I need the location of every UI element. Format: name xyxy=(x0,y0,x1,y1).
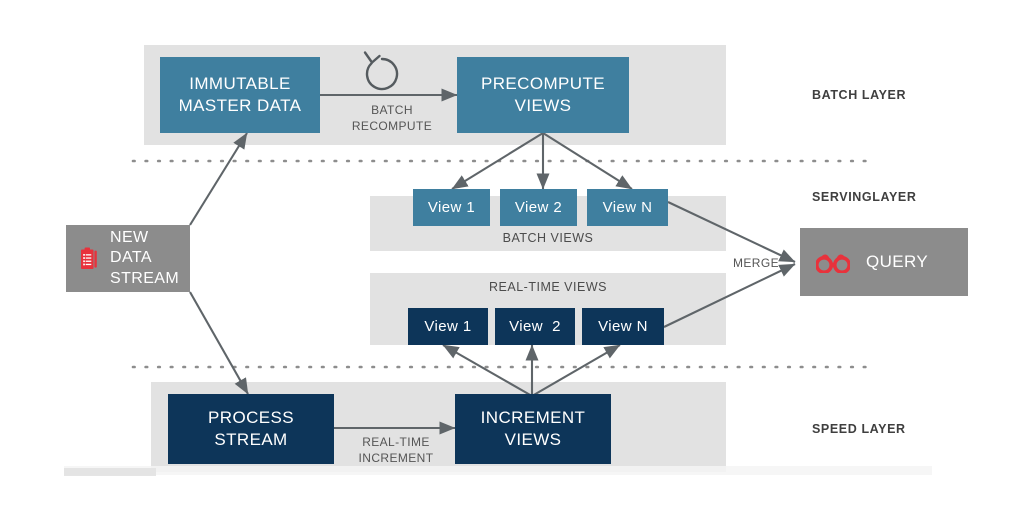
node-query-label: QUERY xyxy=(866,252,929,272)
realtime-view-2[interactable]: View 2 xyxy=(495,308,575,345)
edge-label-merge: MERGE xyxy=(732,256,779,270)
realtime-view-1[interactable]: View 1 xyxy=(408,308,488,345)
binoculars-icon xyxy=(816,251,850,273)
layer-title-batch: BATCH LAYER xyxy=(812,88,907,102)
realtime-view-n[interactable]: View N xyxy=(582,308,664,345)
node-immutable-master-data[interactable]: IMMUTABLE MASTER DATA xyxy=(160,57,320,133)
node-query[interactable]: QUERY xyxy=(800,228,968,296)
bottom-edge-artifact-2 xyxy=(64,468,156,476)
layer-title-serving: SERVINGLAYER xyxy=(812,190,917,204)
arrow-stream-to-master xyxy=(189,132,248,226)
layer-title-speed: SPEED LAYER xyxy=(812,422,906,436)
lambda-architecture-diagram: IMMUTABLE MASTER DATA PRECOMPUTE VIEWS B… xyxy=(0,0,1014,526)
node-immutable-master-data-label: IMMUTABLE MASTER DATA xyxy=(178,74,302,115)
node-new-data-stream-label: NEW DATA STREAM xyxy=(110,228,180,287)
realtime-view-2-label: View 2 xyxy=(509,317,561,335)
node-increment-views[interactable]: INCREMENT VIEWS xyxy=(455,394,611,464)
node-precompute-views-label: PRECOMPUTE VIEWS xyxy=(481,74,605,115)
batch-view-1-label: View 1 xyxy=(427,198,476,216)
node-precompute-views[interactable]: PRECOMPUTE VIEWS xyxy=(457,57,629,133)
batch-view-2[interactable]: View 2 xyxy=(500,189,577,226)
edge-label-realtime-increment: REAL-TIME INCREMENT xyxy=(358,435,434,466)
node-new-data-stream[interactable]: NEW DATA STREAM xyxy=(66,225,190,292)
arrow-stream-to-process xyxy=(189,291,249,395)
batch-view-n[interactable]: View N xyxy=(587,189,668,226)
node-process-stream[interactable]: PROCESS STREAM xyxy=(168,394,334,464)
batch-view-n-label: View N xyxy=(602,198,653,216)
bottom-edge-artifact xyxy=(64,466,932,475)
batch-view-2-label: View 2 xyxy=(514,198,563,216)
node-process-stream-label: PROCESS STREAM xyxy=(208,408,294,449)
batch-views-caption: BATCH VIEWS xyxy=(502,231,594,245)
realtime-view-1-label: View 1 xyxy=(424,317,472,335)
edge-label-batch-recompute: BATCH RECOMPUTE xyxy=(351,103,433,134)
node-increment-views-label: INCREMENT VIEWS xyxy=(480,408,586,449)
batch-view-1[interactable]: View 1 xyxy=(413,189,490,226)
clipboard-icon xyxy=(80,247,98,271)
realtime-view-n-label: View N xyxy=(598,317,648,335)
realtime-views-caption: REAL-TIME VIEWS xyxy=(489,280,607,294)
